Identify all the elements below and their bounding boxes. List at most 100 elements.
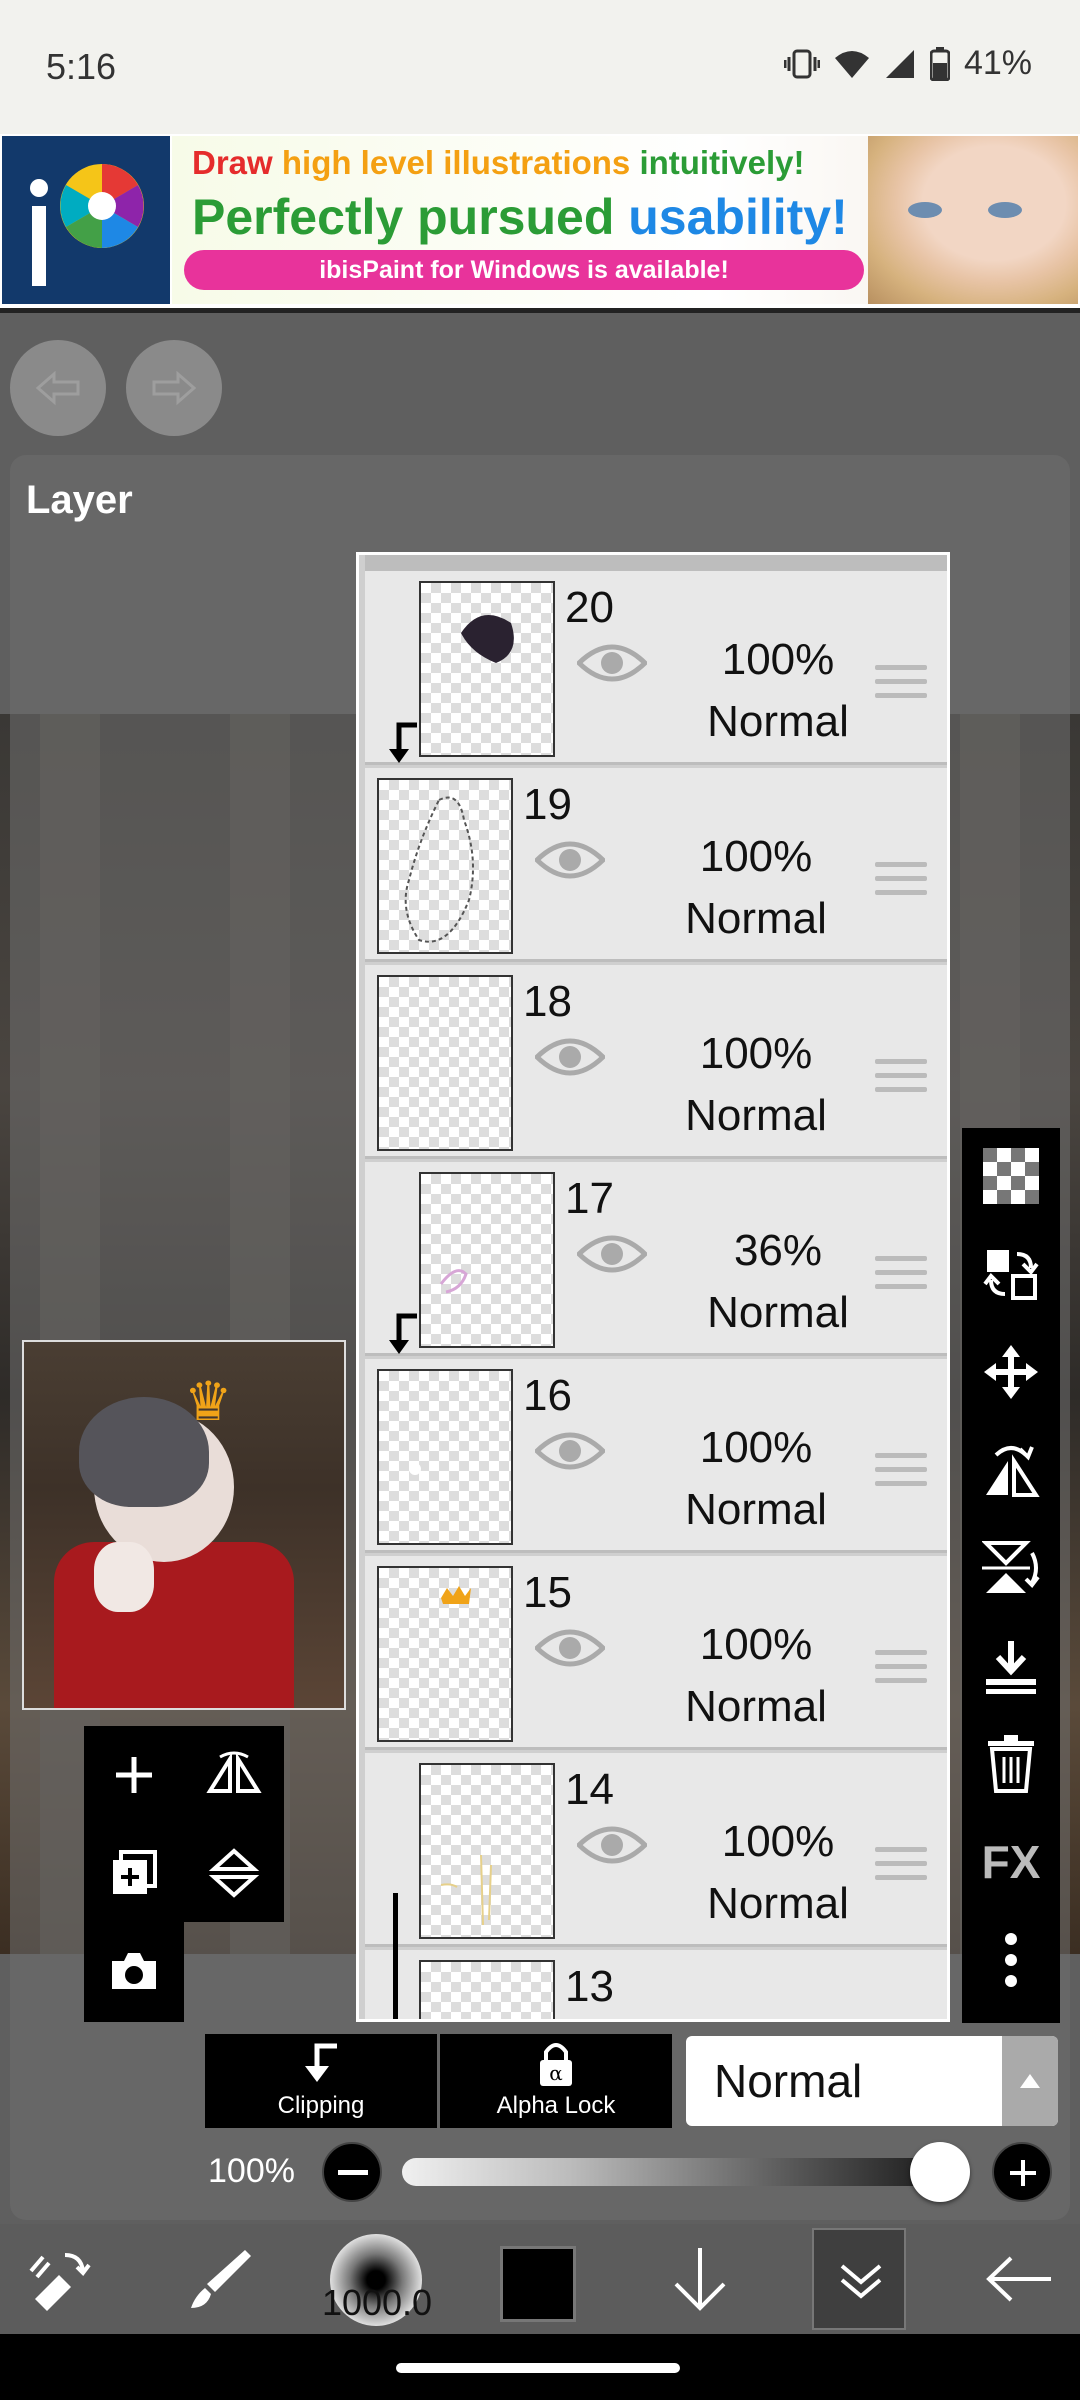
ad-tagline: Perfectly pursued usability! (192, 189, 848, 245)
vibrate-icon (783, 49, 820, 79)
undo-button[interactable] (10, 340, 106, 436)
alpha-lock-button[interactable]: α Alpha Lock (440, 2034, 672, 2128)
layer-number: 15 (523, 1568, 572, 1617)
ibispaint-logo (2, 136, 170, 304)
wifi-icon (834, 49, 870, 79)
status-bar: 5:16 41% (0, 0, 1080, 134)
alpha-lock-label: Alpha Lock (496, 2092, 616, 2119)
opacity-slider-knob[interactable] (910, 2142, 970, 2202)
layer-row[interactable]: 19 100% Normal (365, 768, 947, 962)
layer-thumbnail (419, 1763, 555, 1939)
layer-row[interactable]: 15 100% Normal (365, 1556, 947, 1750)
drag-handle-icon[interactable] (875, 665, 927, 707)
merge-down-icon[interactable] (962, 1618, 1060, 1714)
drag-handle-icon[interactable] (875, 1059, 927, 1101)
more-options-icon[interactable] (962, 1912, 1060, 2008)
layer-blend-mode: Normal (685, 894, 827, 943)
layer-opacity: 36% (733, 1226, 823, 1275)
drag-handle-icon[interactable] (875, 1453, 927, 1495)
blend-mode-select[interactable]: Normal (686, 2036, 1058, 2126)
flip-horizontal-icon[interactable] (962, 1422, 1060, 1518)
layer-row[interactable]: 13 (365, 1950, 947, 2019)
drag-handle-icon[interactable] (875, 1256, 927, 1298)
flip-vertical-button[interactable] (184, 1824, 284, 1922)
swap-layers-button[interactable] (962, 1226, 1060, 1322)
ad-cta[interactable]: ibisPaint for Windows is available! (184, 250, 864, 290)
layer-row[interactable]: 20 100% Normal (365, 571, 947, 765)
delete-icon[interactable] (962, 1716, 1060, 1812)
opacity-label: 100% (208, 2152, 295, 2190)
visibility-eye-icon[interactable] (533, 1429, 607, 1478)
layer-tools-right: FX (962, 1128, 1060, 2023)
app-root: 5:16 41% Draw high level illustrations i… (0, 0, 1080, 2400)
layer-number: 16 (523, 1371, 572, 1420)
visibility-eye-icon[interactable] (575, 1823, 649, 1872)
layer-row[interactable]: 18 100% Normal (365, 965, 947, 1159)
layer-number: 19 (523, 780, 572, 829)
layer-blend-mode: Normal (685, 1682, 827, 1731)
drag-handle-icon[interactable] (875, 1847, 927, 1889)
flip-vertical-icon[interactable] (962, 1520, 1060, 1616)
battery-percent: 41% (963, 44, 1032, 82)
layer-blend-mode: Normal (707, 1288, 849, 1337)
visibility-eye-icon[interactable] (533, 838, 607, 887)
drag-handle-icon[interactable] (875, 1650, 927, 1692)
brush-tool-icon[interactable] (170, 2224, 270, 2334)
layer-opacity: 100% (721, 1817, 835, 1866)
layer-row[interactable]: 17 36% Normal (365, 1162, 947, 1356)
clipping-button[interactable]: Clipping (205, 2034, 437, 2128)
move-down-icon[interactable] (650, 2224, 750, 2334)
back-arrow-icon[interactable] (968, 2224, 1068, 2334)
tool-selection-icon[interactable] (10, 2224, 110, 2334)
bottom-toolbar (0, 2224, 1080, 2334)
layer-thumbnail (377, 1566, 513, 1742)
move-icon[interactable] (962, 1324, 1060, 1420)
visibility-eye-icon[interactable] (575, 1232, 649, 1281)
panel-title: Layer (26, 478, 133, 522)
redo-button[interactable] (126, 340, 222, 436)
camera-button[interactable] (84, 1922, 184, 2020)
layer-row[interactable]: 14 100% Normal (365, 1753, 947, 1953)
fx-button[interactable]: FX (962, 1814, 1060, 1910)
drag-handle-icon[interactable] (875, 862, 927, 904)
visibility-eye-icon[interactable] (533, 1035, 607, 1084)
home-gesture-handle[interactable] (396, 2363, 680, 2373)
dropdown-arrow-icon (1002, 2036, 1058, 2126)
brush-size-value: 1000.0 (321, 2282, 433, 2323)
crown-icon: ♛ (184, 1372, 233, 1432)
layer-number: 20 (565, 583, 614, 632)
opacity-increase-button[interactable] (992, 2142, 1052, 2202)
ad-banner[interactable]: Draw high level illustrations intuitivel… (0, 134, 1080, 308)
status-icons: 41% (783, 44, 1032, 83)
layer-blend-mode: Normal (685, 1485, 827, 1534)
layer-number: 18 (523, 977, 572, 1026)
signal-icon (884, 49, 916, 79)
opacity-slider[interactable] (402, 2158, 968, 2186)
transparent-fill-button[interactable] (962, 1128, 1060, 1224)
duplicate-layer-button[interactable] (84, 1824, 184, 1922)
canvas-preview[interactable]: ♛ (22, 1340, 346, 1710)
toolbar-divider (0, 308, 1080, 313)
visibility-eye-icon[interactable] (575, 641, 649, 690)
layer-row[interactable]: 16 100% Normal (365, 1359, 947, 1553)
layer-thumbnail (419, 1172, 555, 1348)
layer-number: 17 (565, 1174, 614, 1223)
clipping-label: Clipping (277, 2092, 365, 2119)
opacity-decrease-button[interactable] (322, 2142, 382, 2202)
clipping-arrow-icon (385, 1312, 419, 1361)
layer-opacity: 100% (699, 1029, 813, 1078)
visibility-eye-icon[interactable] (533, 1626, 607, 1675)
ad-illustration (868, 136, 1078, 304)
layer-opacity: 100% (699, 832, 813, 881)
layer-thumbnail (419, 581, 555, 757)
layer-thumbnail (377, 975, 513, 1151)
layer-panel-button[interactable] (812, 2228, 906, 2330)
layer-blend-mode: Normal (707, 697, 849, 746)
color-swatch[interactable] (500, 2246, 576, 2322)
flip-horizontal-button[interactable] (184, 1726, 284, 1824)
layer-thumbnail (377, 1369, 513, 1545)
svg-text:α: α (549, 2061, 563, 2085)
clipping-arrow-icon (385, 721, 419, 770)
add-layer-button[interactable] (84, 1726, 184, 1824)
layer-list[interactable]: 20 100% Normal 19 100% Normal 18 100% No… (356, 552, 950, 2022)
